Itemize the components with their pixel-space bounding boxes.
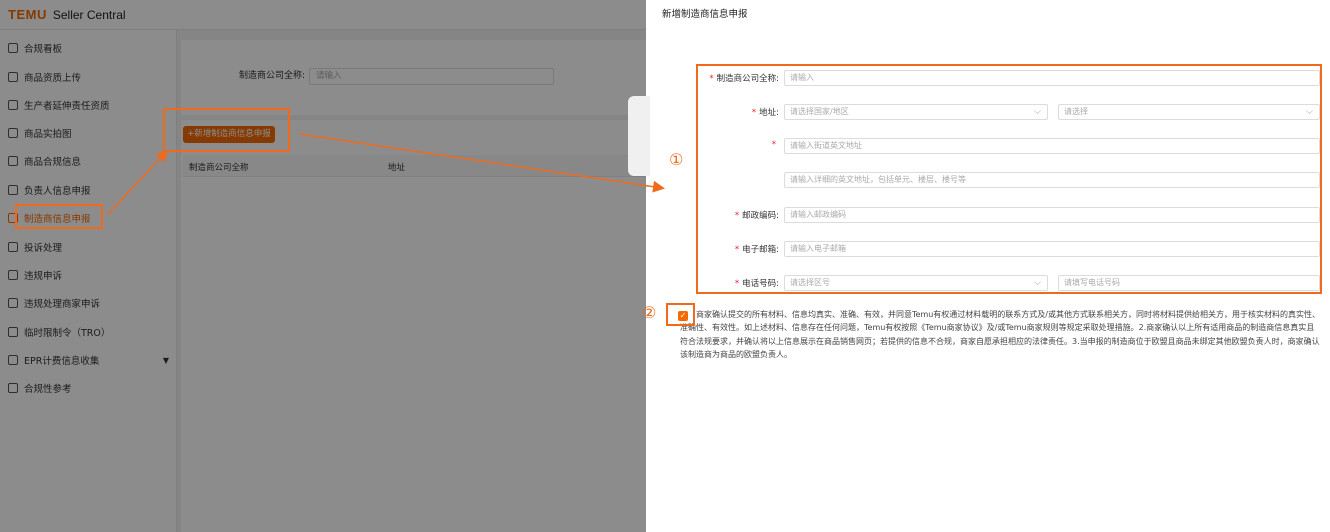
modal-overlay[interactable] xyxy=(0,0,646,532)
annotation-box-sidebar-item xyxy=(15,204,103,229)
drawer-title: 新增制造商信息申报 xyxy=(662,9,748,20)
annotation-marker-1: ① xyxy=(669,150,684,169)
annotation-marker-2: ② xyxy=(642,303,657,322)
annotation-box-checkbox xyxy=(666,303,695,326)
consent-statement: 商家确认提交的所有材料、信息均真实、准确、有效，并同意Temu有权通过材料载明的… xyxy=(680,310,1320,360)
consent-text: 商家确认提交的所有材料、信息均真实、准确、有效，并同意Temu有权通过材料载明的… xyxy=(680,308,1322,362)
annotation-box-form xyxy=(696,64,1322,294)
annotation-box-add-button xyxy=(163,108,290,152)
drawer-handle[interactable] xyxy=(628,96,650,176)
